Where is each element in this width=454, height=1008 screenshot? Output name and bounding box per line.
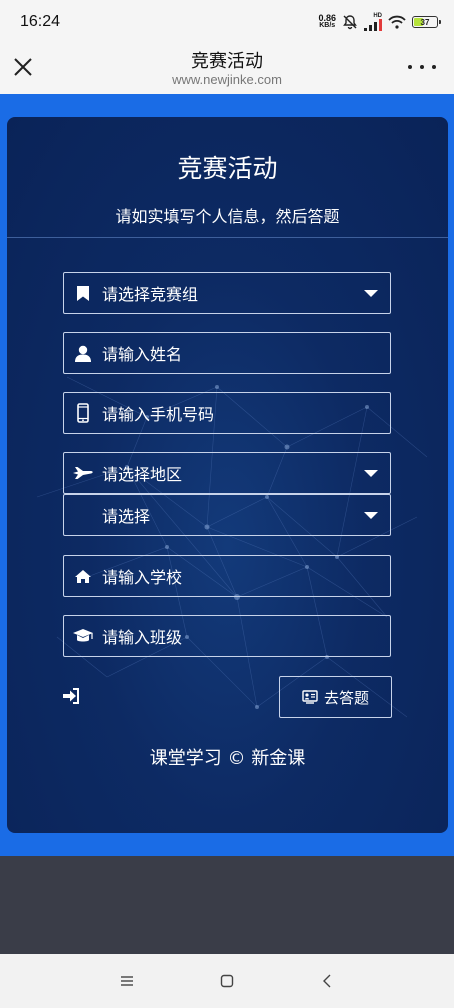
page-url: www.newjinke.com <box>172 72 282 87</box>
nav-home-button[interactable] <box>207 954 247 1008</box>
browser-title-bar: 竞赛活动 www.newjinke.com <box>0 44 454 94</box>
divider <box>7 237 448 238</box>
mobile-icon <box>77 403 89 423</box>
school-input-placeholder: 请输入学校 <box>102 568 183 587</box>
network-speed-unit: KB/s <box>319 22 336 29</box>
form-card: 竞赛活动 请如实填写个人信息，然后答题 请选择竞赛组 请输入姓名 请输入手机号码… <box>7 117 448 833</box>
class-input[interactable]: 请输入班级 <box>63 615 391 657</box>
chevron-down-icon <box>364 289 378 297</box>
sub-region-select-label: 请选择 <box>102 507 151 526</box>
go-answer-button[interactable]: 去答题 <box>279 676 392 718</box>
page-title: 竞赛活动 <box>191 51 263 72</box>
go-answer-button-label: 去答题 <box>323 688 369 707</box>
signal-group: HD <box>364 13 382 31</box>
id-card-icon <box>302 690 318 704</box>
sign-in-icon[interactable] <box>62 687 80 705</box>
class-input-placeholder: 请输入班级 <box>102 628 183 647</box>
region-select-label: 请选择地区 <box>102 465 183 484</box>
name-input-placeholder: 请输入姓名 <box>102 345 183 364</box>
more-dot-icon <box>408 65 412 69</box>
battery-level: 37 <box>420 17 430 27</box>
phone-input[interactable]: 请输入手机号码 <box>63 392 391 434</box>
battery-icon: 37 <box>412 16 441 28</box>
back-icon <box>323 974 331 988</box>
footer-text: 课堂学习 © 新金课 <box>149 748 306 769</box>
competition-group-select[interactable]: 请选择竞赛组 <box>63 272 391 314</box>
competition-group-select-label: 请选择竞赛组 <box>102 285 199 304</box>
bookmark-icon <box>77 285 89 301</box>
status-time: 16:24 <box>20 13 61 30</box>
card-subtitle: 请如实填写个人信息，然后答题 <box>115 207 340 226</box>
school-input[interactable]: 请输入学校 <box>63 555 391 597</box>
status-bar: 16:24 0.86 KB/s HD 37 <box>0 0 454 44</box>
graduation-cap-icon <box>73 629 93 642</box>
nav-menu-button[interactable] <box>107 954 147 1008</box>
more-options-button[interactable] <box>408 58 436 76</box>
bell-off-icon <box>343 15 357 30</box>
network-speed: 0.86 KB/s <box>318 14 336 30</box>
system-nav-bar <box>0 954 454 1008</box>
more-dot-icon <box>432 65 436 69</box>
home-icon <box>75 569 91 583</box>
chevron-down-icon <box>364 469 378 477</box>
region-select[interactable]: 请选择地区 <box>63 452 391 494</box>
plane-icon <box>73 467 93 479</box>
name-input[interactable]: 请输入姓名 <box>63 332 391 374</box>
user-icon <box>75 345 91 362</box>
chevron-down-icon <box>364 511 378 519</box>
wifi-icon <box>388 15 406 29</box>
signal-icon <box>364 19 382 31</box>
page-background: 竞赛活动 请如实填写个人信息，然后答题 请选择竞赛组 请输入姓名 请输入手机号码… <box>0 94 454 856</box>
more-dot-icon <box>420 65 424 69</box>
phone-input-placeholder: 请输入手机号码 <box>102 405 215 424</box>
card-title: 竞赛活动 <box>177 154 278 183</box>
sub-region-select[interactable]: 请选择 <box>63 494 391 536</box>
status-icons: 0.86 KB/s HD 37 <box>318 13 441 31</box>
nav-back-button[interactable] <box>307 954 347 1008</box>
network-speed-value: 0.86 <box>318 13 336 23</box>
square-icon <box>220 974 234 988</box>
menu-icon <box>121 976 133 986</box>
